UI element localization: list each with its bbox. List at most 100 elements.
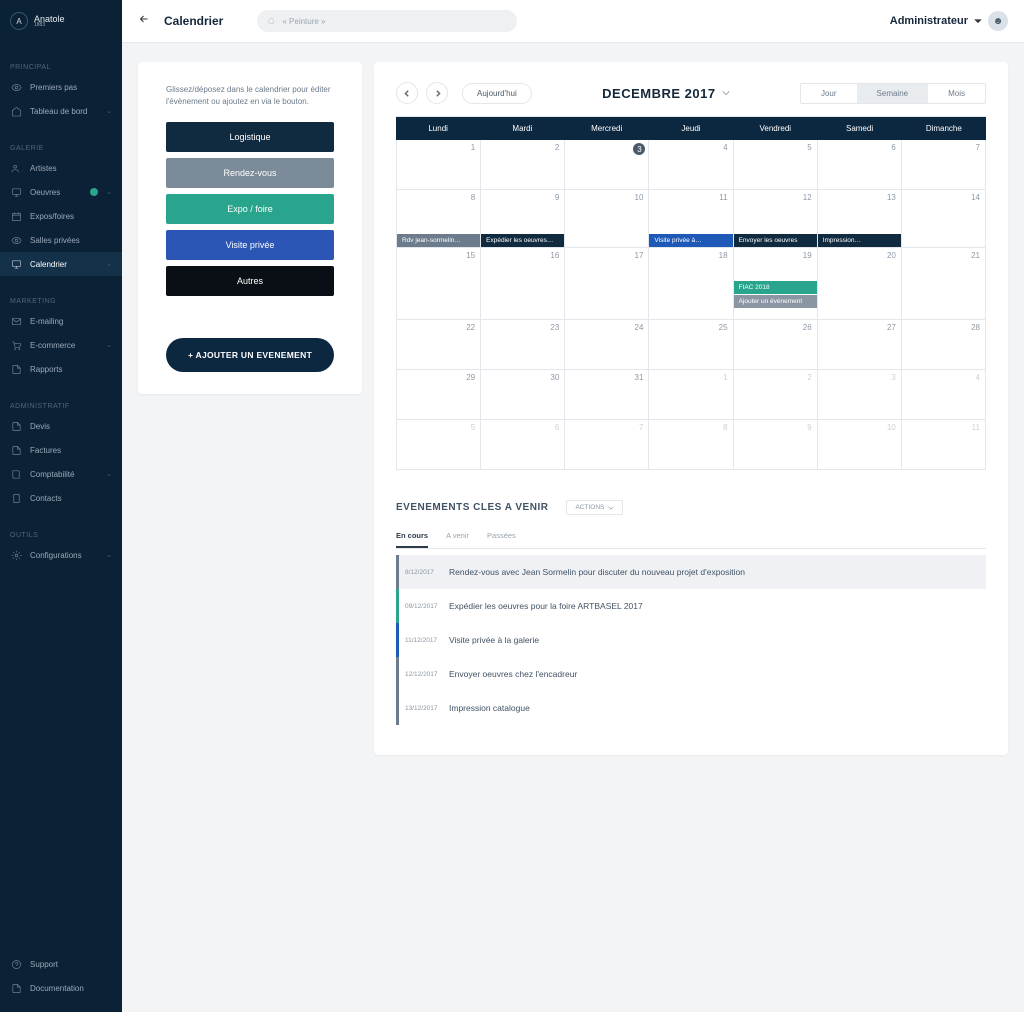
calendar-cell[interactable]: 30 <box>481 370 565 420</box>
calendar-cell[interactable]: 1 <box>649 370 733 420</box>
search-input[interactable]: « Peinture » <box>257 10 517 32</box>
sidebar-item-rapports[interactable]: Rapports <box>0 357 122 381</box>
calendar-event[interactable]: Ajouter un évènement <box>734 295 817 308</box>
sidebar-item-factures[interactable]: Factures <box>0 438 122 462</box>
calendar-cell[interactable]: 20 <box>818 248 902 320</box>
calendar-cell[interactable]: 10 <box>565 190 649 248</box>
calendar-cell[interactable]: 31 <box>565 370 649 420</box>
view-month[interactable]: Mois <box>928 84 985 103</box>
tab-en-cours[interactable]: En cours <box>396 531 428 548</box>
calendar-cell[interactable]: 13Impression… <box>818 190 902 248</box>
sidebar-item-documentation[interactable]: Documentation <box>0 976 122 1000</box>
sidebar-item-contacts[interactable]: Contacts <box>0 486 122 510</box>
sidebar-item-salles-priv-es[interactable]: Salles privées <box>0 228 122 252</box>
calendar-cell[interactable]: 8 <box>649 420 733 470</box>
sidebar-item-configurations[interactable]: Configurations⌄ <box>0 543 122 567</box>
calendar-cell[interactable]: 11 Visite privée à… <box>649 190 733 248</box>
calendar-cell[interactable]: 7 <box>565 420 649 470</box>
next-button[interactable] <box>426 82 448 104</box>
calendar-cell[interactable]: 1 <box>396 140 481 190</box>
calendar-cell[interactable]: 14 <box>902 190 986 248</box>
calendar-cell[interactable]: 8 Rdv jean-sormelin… <box>396 190 481 248</box>
view-day[interactable]: Jour <box>801 84 857 103</box>
sidebar-item-e-commerce[interactable]: E-commerce⌄ <box>0 333 122 357</box>
calendar-cell[interactable]: 9 <box>734 420 818 470</box>
view-week[interactable]: Semaine <box>857 84 929 103</box>
calendar-cell[interactable]: 22 <box>396 320 481 370</box>
event-tag-rendez-vous[interactable]: Rendez-vous <box>166 158 334 188</box>
calendar-cell[interactable]: 25 <box>649 320 733 370</box>
calendar-event[interactable]: Visite privée à… <box>649 234 732 247</box>
calendar-cell[interactable]: 10 <box>818 420 902 470</box>
nav-section-title: ADMINISTRATIF <box>0 403 122 414</box>
sidebar-item-support[interactable]: Support <box>0 952 122 976</box>
prev-button[interactable] <box>396 82 418 104</box>
calendar-cell[interactable]: 7 <box>902 140 986 190</box>
calendar-event[interactable]: Impression… <box>818 234 901 247</box>
tab-a-venir[interactable]: A venir <box>446 531 469 548</box>
calendar-cell[interactable]: 23 <box>481 320 565 370</box>
calendar-cell[interactable]: 2 <box>481 140 565 190</box>
calendar-cell[interactable]: 4 <box>649 140 733 190</box>
day-number: 8 <box>471 193 475 202</box>
calendar-event[interactable]: Rdv jean-sormelin… <box>397 234 480 247</box>
sidebar-item-calendrier[interactable]: Calendrier⌄ <box>0 252 122 276</box>
sidebar-item-comptabilit-[interactable]: Comptabilité⌄ <box>0 462 122 486</box>
calendar-cell[interactable]: 3 <box>565 140 649 190</box>
sidebar-item-expos-foires[interactable]: Expos/foires <box>0 204 122 228</box>
event-tag-expo-foire[interactable]: Expo / foire <box>166 194 334 224</box>
add-event-button[interactable]: + AJOUTER UN EVENEMENT <box>166 338 334 372</box>
calendar-cell[interactable]: 21 <box>902 248 986 320</box>
calendar-cell[interactable]: 18 <box>649 248 733 320</box>
calendar-cell[interactable]: 11 <box>902 420 986 470</box>
calendar-cell[interactable]: 6 <box>818 140 902 190</box>
calendar-cell[interactable]: 28 <box>902 320 986 370</box>
day-number: 2 <box>807 373 811 382</box>
weekday-label: Dimanche <box>902 117 986 140</box>
upcoming-event[interactable]: 11/12/2017Visite privée à la galerie <box>396 623 986 657</box>
day-number: 26 <box>803 323 812 332</box>
calendar-cell[interactable]: 27 <box>818 320 902 370</box>
upcoming-event[interactable]: 12/12/2017Envoyer oeuvres chez l'encadre… <box>396 657 986 691</box>
today-button[interactable]: Aujourd'hui <box>462 83 532 104</box>
monitor-icon <box>10 258 22 270</box>
back-icon[interactable] <box>138 12 150 30</box>
calendar-event[interactable]: FIAC 2018 <box>734 281 817 294</box>
calendar-cell[interactable]: 17 <box>565 248 649 320</box>
day-number: 11 <box>719 193 727 202</box>
sidebar-item-e-mailing[interactable]: E-mailing <box>0 309 122 333</box>
event-tag-visite-priv-e[interactable]: Visite privée <box>166 230 334 260</box>
actions-button[interactable]: ACTIONS <box>566 500 623 515</box>
sidebar-item-oeuvres[interactable]: Oeuvres⌄ <box>0 180 122 204</box>
calendar-cell[interactable]: 16 <box>481 248 565 320</box>
calendar-cell[interactable]: 6 <box>481 420 565 470</box>
sidebar-item-artistes[interactable]: Artistes <box>0 156 122 180</box>
calendar-cell[interactable]: 3 <box>818 370 902 420</box>
sidebar-item-premiers-pas[interactable]: Premiers pas <box>0 75 122 99</box>
upcoming-event[interactable]: 09/12/2017Expédier les oeuvres pour la f… <box>396 589 986 623</box>
calendar-cell[interactable]: 4 <box>902 370 986 420</box>
event-tag-logistique[interactable]: Logistique <box>166 122 334 152</box>
sidebar-item-devis[interactable]: Devis <box>0 414 122 438</box>
calendar-cell[interactable]: 29 <box>396 370 481 420</box>
tab-pass-es[interactable]: Passées <box>487 531 516 548</box>
calendar-cell[interactable]: 24 <box>565 320 649 370</box>
upcoming-event[interactable]: 13/12/2017Impression catalogue <box>396 691 986 725</box>
sidebar-item-label: Expos/foires <box>30 212 112 221</box>
calendar-cell[interactable]: 5 <box>396 420 481 470</box>
calendar-cell[interactable]: 2 <box>734 370 818 420</box>
calendar-event[interactable]: Envoyer les oeuvres <box>734 234 817 247</box>
calendar-cell[interactable]: 19FIAC 2018Ajouter un évènement <box>734 248 818 320</box>
calendar-cell[interactable]: 9Expédier les oeuvres… <box>481 190 565 248</box>
event-tag-autres[interactable]: Autres <box>166 266 334 296</box>
month-selector[interactable]: DECEMBRE 2017 <box>540 86 792 101</box>
calendar-event[interactable]: Expédier les oeuvres… <box>481 234 564 247</box>
calendar-cell[interactable]: 15 <box>396 248 481 320</box>
calendar-cell[interactable]: 5 <box>734 140 818 190</box>
user-menu[interactable]: Administrateur ☻ <box>890 11 1008 31</box>
calendar-cell[interactable]: 12Envoyer les oeuvres <box>734 190 818 248</box>
sidebar-item-tableau-de-bord[interactable]: Tableau de bord⌄ <box>0 99 122 123</box>
avatar: ☻ <box>988 11 1008 31</box>
upcoming-event[interactable]: 8/12/2017Rendez-vous avec Jean Sormelin … <box>396 555 986 589</box>
calendar-cell[interactable]: 26 <box>734 320 818 370</box>
